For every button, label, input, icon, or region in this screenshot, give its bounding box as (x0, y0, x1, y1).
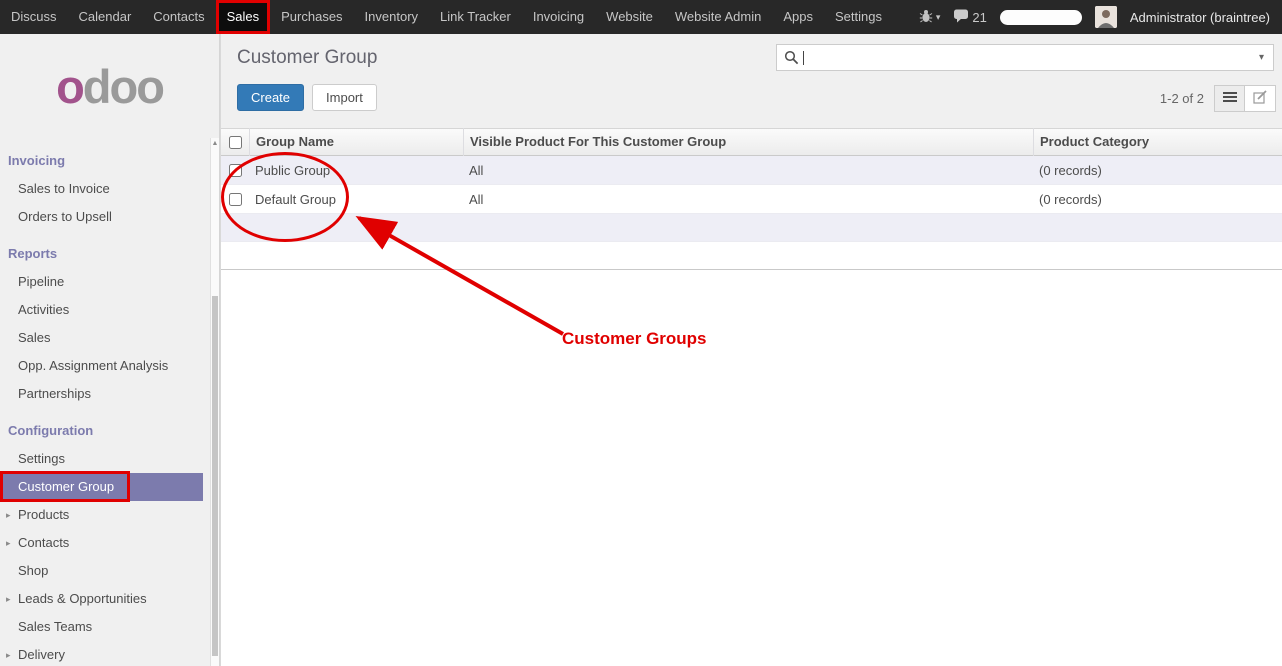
sidebar-item-label: Leads & Opportunities (18, 591, 147, 606)
bug-icon (919, 9, 933, 26)
sidebar-item-label: Customer Group (18, 479, 114, 494)
menu-website-admin[interactable]: Website Admin (664, 0, 772, 34)
menu-calendar[interactable]: Calendar (68, 0, 143, 34)
table-row[interactable]: Public Group All (0 records) (221, 156, 1282, 185)
table-header-row: Group Name Visible Product For This Cust… (221, 128, 1282, 156)
chat-bubble-icon (953, 9, 969, 26)
sidebar-item-customer-group[interactable]: Customer Group (0, 473, 203, 501)
sidebar-item-label: Contacts (18, 535, 69, 550)
row-checkbox[interactable] (229, 193, 242, 206)
search-box[interactable]: ▾ (776, 44, 1274, 71)
chevron-down-icon: ▾ (936, 12, 941, 23)
import-button[interactable]: Import (312, 84, 377, 111)
caret-right-icon: ▸ (6, 529, 11, 557)
create-button[interactable]: Create (237, 84, 304, 111)
sidebar-item-label: Delivery (18, 647, 65, 662)
status-pill (1000, 10, 1082, 25)
menu-contacts[interactable]: Contacts (142, 0, 215, 34)
search-icon[interactable] (777, 50, 803, 65)
sidebar-item-label: Products (18, 507, 69, 522)
menu-invoicing[interactable]: Invoicing (522, 0, 595, 34)
message-count: 21 (972, 10, 986, 25)
empty-row (221, 242, 1282, 270)
main-content: Customer Group ▾ Create Import 1-2 of 2 (220, 34, 1282, 666)
menu-link-tracker[interactable]: Link Tracker (429, 0, 522, 34)
column-header-group-name[interactable]: Group Name (249, 128, 463, 156)
button-row: Create Import (237, 84, 377, 111)
menu-website[interactable]: Website (595, 0, 664, 34)
row-checkbox[interactable] (229, 164, 242, 177)
column-header-visible-product[interactable]: Visible Product For This Customer Group (463, 128, 1033, 156)
sidebar-item-delivery[interactable]: ▸ Delivery (0, 641, 203, 666)
sidebar-item-sales-to-invoice[interactable]: Sales to Invoice (0, 175, 203, 203)
messages-button[interactable]: 21 (953, 9, 986, 26)
list-view-button[interactable] (1214, 85, 1245, 112)
caret-right-icon: ▸ (6, 641, 11, 666)
sidebar-section-configuration: Configuration (0, 408, 219, 445)
topbar-right-group: ▾ 21 Administrator (braintree) (919, 6, 1282, 28)
sidebar-item-shop[interactable]: Shop (0, 557, 203, 585)
sidebar-item-contacts[interactable]: ▸ Contacts (0, 529, 203, 557)
row-select-cell (221, 193, 249, 206)
cell-group-name[interactable]: Public Group (249, 163, 463, 178)
sidebar-section-reports: Reports (0, 231, 219, 268)
sidebar: odoo Invoicing Sales to Invoice Orders t… (0, 34, 220, 666)
top-navbar: Discuss Calendar Contacts Sales Purchase… (0, 0, 1282, 34)
scrollbar-thumb[interactable] (212, 296, 218, 656)
logo-part-2: doo (83, 59, 163, 114)
table-row[interactable]: Default Group All (0 records) (221, 185, 1282, 214)
cell-group-name[interactable]: Default Group (249, 192, 463, 207)
menu-inventory[interactable]: Inventory (354, 0, 429, 34)
sidebar-item-opp-assignment-analysis[interactable]: Opp. Assignment Analysis (0, 352, 203, 380)
menu-apps[interactable]: Apps (772, 0, 824, 34)
sidebar-scrollbar[interactable]: ▲ (210, 138, 219, 666)
cell-visible-product[interactable]: All (463, 163, 1033, 178)
sidebar-item-sales-teams[interactable]: Sales Teams (0, 613, 203, 641)
sidebar-item-pipeline[interactable]: Pipeline (0, 268, 203, 296)
cell-product-category[interactable]: (0 records) (1033, 192, 1282, 207)
menu-discuss[interactable]: Discuss (0, 0, 68, 34)
sidebar-item-settings[interactable]: Settings (0, 445, 203, 473)
empty-row (221, 214, 1282, 242)
menu-settings[interactable]: Settings (824, 0, 893, 34)
scroll-up-icon[interactable]: ▲ (211, 138, 219, 149)
pager-range: 1-2 of 2 (1160, 91, 1204, 106)
sidebar-item-sales[interactable]: Sales (0, 324, 203, 352)
view-switcher (1214, 85, 1276, 112)
sidebar-item-products[interactable]: ▸ Products (0, 501, 203, 529)
cell-visible-product[interactable]: All (463, 192, 1033, 207)
sidebar-item-partnerships[interactable]: Partnerships (0, 380, 203, 408)
edit-icon (1253, 90, 1267, 107)
caret-right-icon: ▸ (6, 501, 11, 529)
logo-part-1: o (56, 59, 83, 114)
debug-menu-button[interactable]: ▾ (919, 9, 941, 26)
column-header-product-category[interactable]: Product Category (1033, 128, 1282, 156)
screen: Discuss Calendar Contacts Sales Purchase… (0, 0, 1282, 666)
cell-product-category[interactable]: (0 records) (1033, 163, 1282, 178)
select-all-checkbox[interactable] (229, 136, 242, 149)
control-panel: Customer Group ▾ Create Import 1-2 of 2 (221, 34, 1282, 128)
list-icon (1223, 91, 1237, 106)
form-view-button[interactable] (1245, 85, 1276, 112)
page-title: Customer Group (237, 47, 377, 69)
user-menu[interactable]: Administrator (braintree) (1130, 10, 1270, 25)
search-input[interactable] (804, 45, 1250, 70)
caret-right-icon: ▸ (6, 585, 11, 613)
search-dropdown-icon[interactable]: ▾ (1250, 52, 1273, 63)
select-all-cell (221, 136, 249, 149)
sidebar-item-orders-to-upsell[interactable]: Orders to Upsell (0, 203, 203, 231)
sidebar-item-activities[interactable]: Activities (0, 296, 203, 324)
odoo-logo[interactable]: odoo (0, 34, 219, 138)
menu-purchases[interactable]: Purchases (270, 0, 353, 34)
sidebar-section-invoicing: Invoicing (0, 138, 219, 175)
sidebar-item-leads-opportunities[interactable]: ▸ Leads & Opportunities (0, 585, 203, 613)
menu-sales[interactable]: Sales (216, 0, 271, 34)
avatar[interactable] (1095, 6, 1117, 28)
row-select-cell (221, 164, 249, 177)
